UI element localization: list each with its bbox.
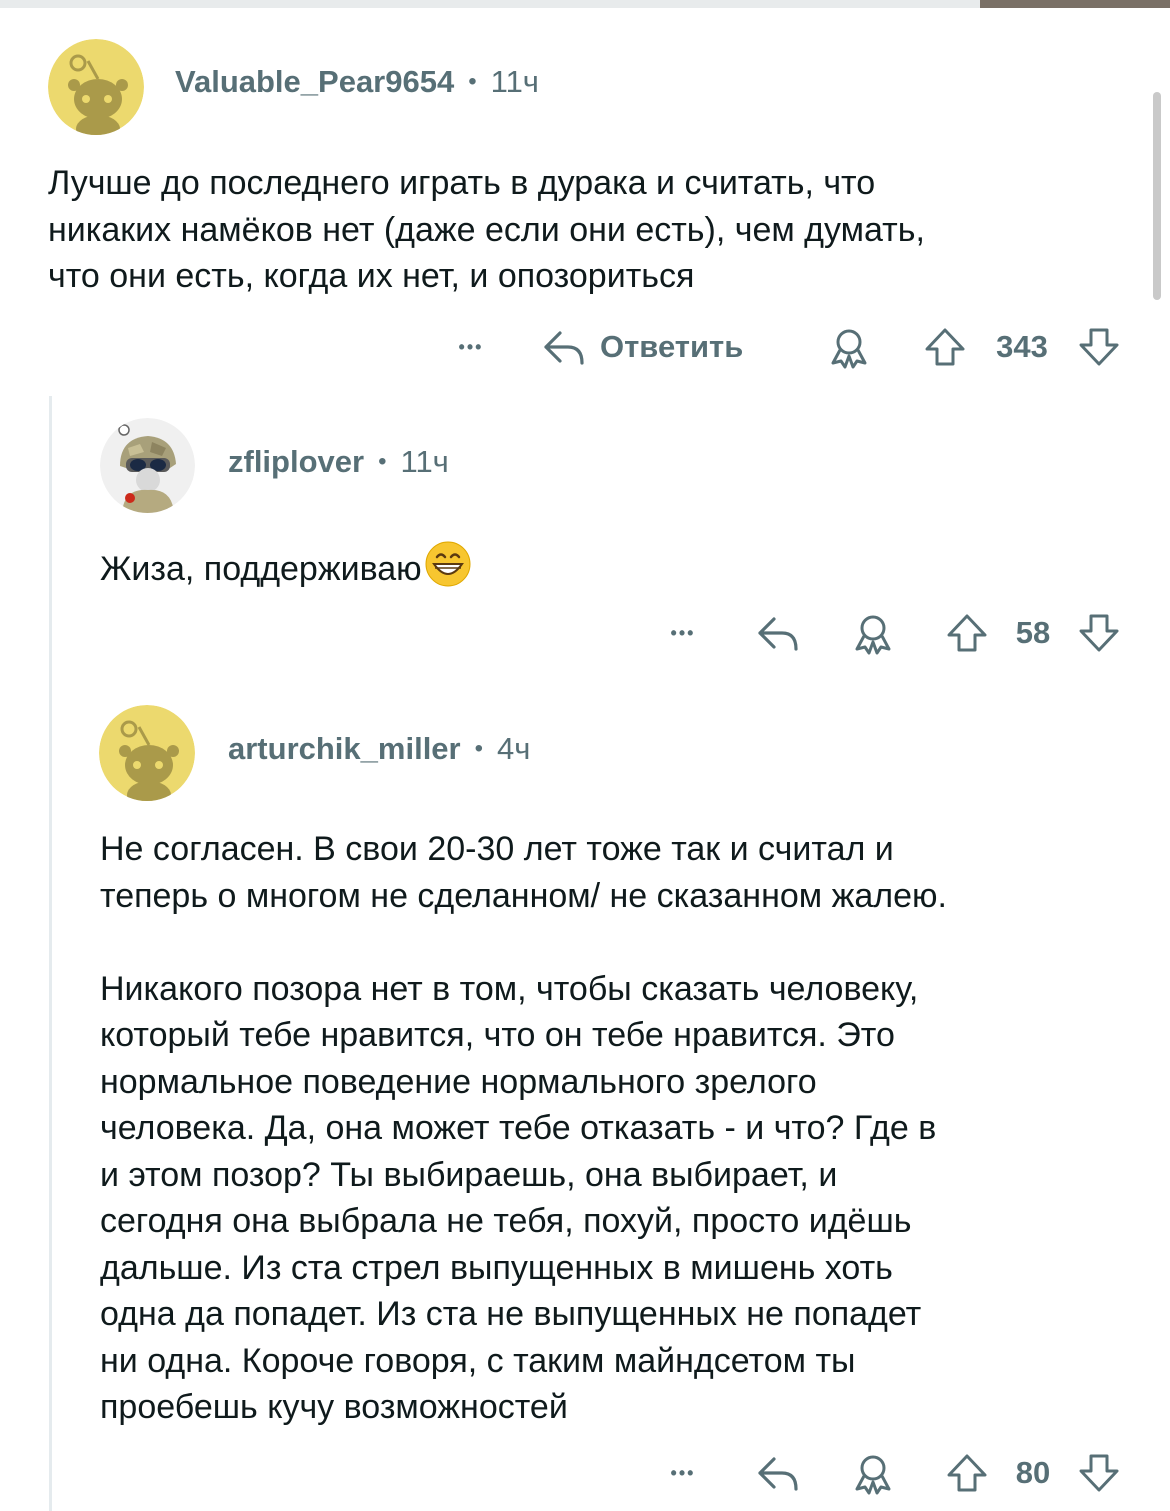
custom-avatar-icon [100, 418, 195, 513]
upvote-arrow-icon [947, 1454, 987, 1492]
top-image-edge [980, 0, 1170, 8]
reply-button[interactable] [752, 1448, 804, 1498]
more-options-button[interactable]: ••• [448, 322, 494, 372]
comment-actions: ••• 80 [0, 1448, 1170, 1498]
downvote-arrow-icon [1079, 1454, 1119, 1492]
grinning-face-emoji-icon [425, 541, 471, 587]
separator-dot: • [378, 448, 387, 475]
vote-score: 58 [1004, 608, 1062, 658]
vote-score: 343 [982, 322, 1062, 372]
reply-arrow-icon [758, 1457, 798, 1491]
reply-label: Ответить [600, 329, 744, 364]
comment-line: Никакого позора нет в том, чтобы сказать… [100, 969, 919, 1008]
comment-line: теперь о многом не сделанном/ не сказанн… [100, 876, 947, 915]
timestamp: 11ч [400, 444, 449, 479]
comment-line: Не согласен. В свои 20-30 лет тоже так и… [100, 830, 894, 868]
more-options-button[interactable]: ••• [660, 608, 706, 658]
timestamp: 11ч [490, 64, 539, 99]
score-label: 343 [996, 329, 1048, 364]
upvote-button[interactable] [920, 322, 970, 372]
downvote-button[interactable] [1074, 608, 1124, 658]
comment-meta: zfliplover • 11ч [228, 444, 449, 480]
comment-meta: Valuable_Pear9654 • 11ч [175, 64, 539, 100]
comment-actions: ••• Ответить 343 [0, 322, 1170, 372]
comment-line: что они есть, когда их нет, и опозоритьс… [48, 257, 695, 295]
downvote-arrow-icon [1079, 328, 1119, 366]
award-icon [855, 1455, 891, 1495]
scrollbar[interactable] [1153, 92, 1161, 300]
username[interactable]: arturchik_miller [228, 731, 461, 767]
reply-arrow-icon [544, 331, 584, 365]
score-label: 80 [1015, 1455, 1051, 1490]
comment-line: ни одна. Короче говоря, с таким майндсет… [100, 1341, 856, 1380]
avatar[interactable] [48, 39, 144, 135]
reply-button[interactable]: Ответить [540, 322, 780, 372]
username[interactable]: Valuable_Pear9654 [175, 64, 454, 100]
upvote-arrow-icon [925, 328, 965, 366]
comment-line: нормальное поведение нормального зрелого [100, 1062, 817, 1101]
comment-line: который тебе нравится, что он тебе нрави… [100, 1016, 895, 1054]
username[interactable]: zfliplover [228, 444, 364, 480]
avatar[interactable] [99, 705, 195, 801]
reply-button[interactable] [752, 608, 804, 658]
upvote-arrow-icon [947, 614, 987, 652]
avatar[interactable] [100, 418, 195, 513]
comment-line: проебешь кучу возможностей [100, 1388, 568, 1426]
comment-body: Жиза, поддерживаю [100, 540, 472, 588]
comment-line: Жиза, поддерживаю [100, 540, 472, 588]
comment-line: Лучше до последнего играть в дурака и сч… [48, 164, 876, 202]
more-icon: ••• [670, 1462, 696, 1483]
downvote-button[interactable] [1074, 322, 1124, 372]
score-label: 58 [1015, 615, 1051, 650]
upvote-button[interactable] [942, 608, 992, 658]
more-options-button[interactable]: ••• [660, 1448, 706, 1498]
comment-actions: ••• 58 [0, 608, 1170, 658]
downvote-arrow-icon [1079, 614, 1119, 652]
award-icon [831, 329, 867, 369]
upvote-button[interactable] [942, 1448, 992, 1498]
reply-arrow-icon [758, 617, 798, 651]
separator-dot: • [468, 68, 477, 95]
comment-body: Лучше до последнего играть в дурака и сч… [48, 160, 925, 300]
more-icon: ••• [458, 336, 484, 357]
award-button[interactable] [824, 322, 874, 372]
thread-line[interactable] [49, 396, 52, 1511]
snoo-avatar-icon [48, 39, 144, 135]
separator-dot: • [474, 735, 484, 762]
comment-line: дальше. Из ста стрел выпущенных в мишень… [100, 1248, 893, 1287]
comment-line: одна да попадет. Из ста не выпущенных не… [100, 1295, 922, 1333]
comment-line: и этом позор? Ты выбираешь, она выбирает… [100, 1155, 838, 1194]
comment-line: сегодня она выбрала не тебя, похуй, прос… [100, 1202, 912, 1240]
comment-line: никаких намёков нет (даже если они есть)… [48, 210, 925, 249]
comment-body: Не согласен. В свои 20-30 лет тоже так и… [100, 826, 947, 1431]
award-icon [855, 615, 891, 655]
award-button[interactable] [848, 608, 898, 658]
vote-score: 80 [1004, 1448, 1062, 1498]
timestamp: 4ч [497, 731, 531, 766]
downvote-button[interactable] [1074, 1448, 1124, 1498]
snoo-avatar-icon [99, 705, 195, 801]
comment-text: Жиза, поддерживаю [100, 550, 422, 588]
award-button[interactable] [848, 1448, 898, 1498]
more-icon: ••• [670, 622, 696, 643]
comment-meta: arturchik_miller • 4ч [228, 731, 530, 767]
comment-line: человека. Да, она может тебе отказать - … [100, 1109, 937, 1147]
